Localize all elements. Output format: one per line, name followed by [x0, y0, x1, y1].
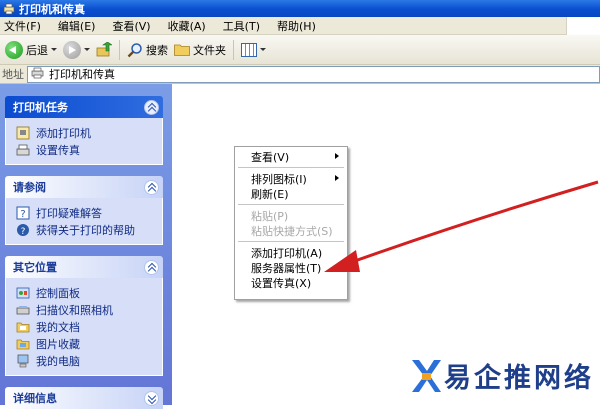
arrow-head [324, 250, 360, 272]
annotation-arrow [324, 180, 599, 272]
watermark-text: 易企推网络 [444, 363, 594, 394]
watermark-x-icon [412, 360, 441, 392]
watermark-logo: 易企推网络 [408, 352, 598, 402]
arrow-shaft [351, 180, 599, 264]
